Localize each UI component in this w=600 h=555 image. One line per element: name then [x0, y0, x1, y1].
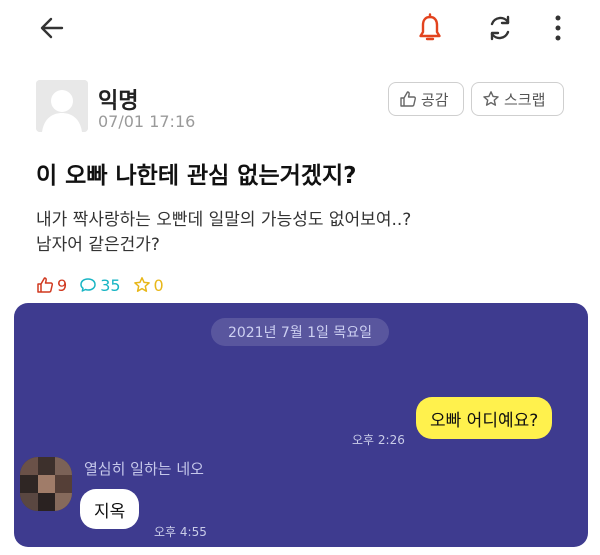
more-vertical-icon [555, 15, 561, 41]
default-profile-icon [36, 80, 88, 132]
incoming-message-bubble: 지옥 [80, 489, 140, 529]
comment-count-value: 35 [100, 275, 121, 295]
star-icon [482, 90, 500, 108]
outgoing-message-bubble: 오빠 어디예요? [416, 397, 553, 439]
author-name: 익명 [98, 89, 139, 114]
like-button[interactable]: 공감 [388, 82, 464, 116]
post-time: 07/01 17:16 [98, 112, 196, 131]
post-stats: 9 35 0 [36, 275, 176, 295]
like-count-value: 9 [57, 275, 68, 295]
thumbs-up-icon [37, 277, 54, 293]
avatar [36, 80, 88, 132]
refresh-button[interactable] [482, 10, 518, 46]
chat-date-divider: 2021년 7월 1일 목요일 [211, 318, 389, 346]
bell-icon [419, 13, 441, 41]
star-icon [133, 277, 150, 292]
scrap-button-label: 스크랩 [504, 90, 546, 109]
arrow-left-icon [40, 17, 64, 39]
incoming-message-time: 오후 4:55 [154, 525, 207, 539]
notification-button[interactable] [412, 10, 448, 46]
post-body: 내가 짝사랑하는 오빤데 일말의 가능성도 없어보여..? 남자어 같은건가? [36, 208, 556, 258]
comment-count: 35 [79, 275, 121, 295]
scrap-button[interactable]: 스크랩 [471, 82, 564, 116]
post-title: 이 오빠 나한테 관심 없는거겠지? [36, 163, 357, 189]
friend-avatar [20, 457, 72, 511]
more-button[interactable] [540, 10, 576, 46]
thumbs-up-icon [399, 90, 417, 108]
friend-name: 열심히 일하는 네오 [84, 460, 204, 478]
back-button[interactable] [34, 10, 70, 46]
chat-screenshot-image: 2021년 7월 1일 목요일 오빠 어디예요? 오후 2:26 열심히 일하는… [14, 303, 588, 547]
outgoing-message-time: 오후 2:26 [352, 433, 405, 447]
post-body-line: 남자어 같은건가? [36, 235, 160, 255]
post-body-line: 내가 짝사랑하는 오빤데 일말의 가능성도 없어보여..? [36, 210, 412, 230]
scrap-count: 0 [133, 276, 164, 295]
top-bar [0, 0, 600, 58]
comment-icon [80, 278, 96, 292]
refresh-icon [490, 15, 510, 41]
scrap-count-value: 0 [153, 275, 164, 295]
like-count: 9 [36, 276, 67, 295]
blurred-photo-icon [20, 457, 72, 511]
like-button-label: 공감 [421, 90, 449, 109]
